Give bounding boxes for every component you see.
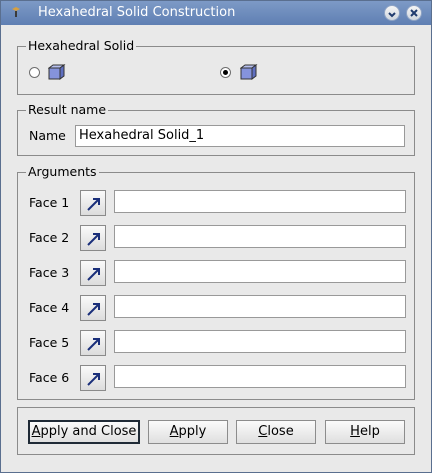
face-6-input[interactable] (114, 365, 406, 388)
select-arrow-icon (87, 198, 100, 211)
hexahedron-by-faces-icon (47, 64, 66, 83)
face-label: Face 2 (29, 230, 70, 245)
face-1-select-button[interactable] (80, 190, 106, 216)
apply-button[interactable]: Apply (148, 420, 228, 444)
face-5-input[interactable] (114, 330, 406, 353)
face-3-select-button[interactable] (80, 260, 106, 286)
face-1-input[interactable] (114, 190, 406, 213)
constructor-group-title: Hexahedral Solid (26, 38, 137, 53)
close-icon (410, 9, 418, 17)
help-label: elp (359, 424, 380, 439)
name-label: Name (29, 128, 66, 143)
arguments-group-title: Arguments (26, 164, 99, 179)
face-label: Face 4 (29, 300, 70, 315)
close-button[interactable]: Close (236, 420, 316, 444)
close-mnemonic: C (258, 424, 268, 439)
face-4-select-button[interactable] (80, 295, 106, 321)
apply-mnemonic: A (169, 424, 179, 439)
help-mnemonic: H (350, 424, 360, 439)
title-bar[interactable]: Hexahedral Solid Construction (1, 1, 431, 25)
face-6-select-button[interactable] (80, 365, 106, 391)
button-panel: Apply and Close Apply Close Help (17, 407, 415, 455)
arguments-group: Arguments Face 1 Face 2 Face 3 Face 4 Fa… (17, 164, 415, 400)
face-label: Face 6 (29, 370, 70, 385)
select-arrow-icon (87, 338, 100, 351)
radio-hex-by-faces[interactable] (29, 67, 40, 78)
apply-and-close-button[interactable]: Apply and Close (28, 420, 140, 444)
face-label: Face 3 (29, 265, 70, 280)
face-2-select-button[interactable] (80, 225, 106, 251)
window-title: Hexahedral Solid Construction (38, 5, 236, 20)
constructor-group: Hexahedral Solid (17, 38, 415, 95)
help-button[interactable]: Help (325, 420, 405, 444)
face-label: Face 1 (29, 195, 70, 210)
apply-and-close-label: pply and Close (40, 424, 137, 439)
select-arrow-icon (87, 268, 100, 281)
select-arrow-icon (87, 373, 100, 386)
result-name-input[interactable]: Hexahedral Solid_1 (75, 125, 405, 147)
face-label: Face 5 (29, 335, 70, 350)
app-icon[interactable] (9, 5, 23, 19)
face-4-input[interactable] (114, 295, 406, 318)
face-5-select-button[interactable] (80, 330, 106, 356)
face-3-input[interactable] (114, 260, 406, 283)
minimize-button[interactable] (384, 5, 400, 21)
select-arrow-icon (87, 233, 100, 246)
radio-hex-by-quadrangles[interactable] (220, 67, 231, 78)
close-window-button[interactable] (406, 5, 422, 21)
close-label: lose (267, 424, 294, 439)
hexahedron-by-quadrangles-icon (239, 64, 258, 83)
result-name-group-title: Result name (26, 102, 109, 117)
face-2-input[interactable] (114, 225, 406, 248)
dialog-window: Hexahedral Solid Construction Hexahedral… (0, 0, 432, 473)
select-arrow-icon (87, 303, 100, 316)
result-name-group: Result name Name Hexahedral Solid_1 (17, 102, 415, 156)
minimize-icon (388, 12, 396, 18)
apply-label: pply (178, 424, 207, 439)
